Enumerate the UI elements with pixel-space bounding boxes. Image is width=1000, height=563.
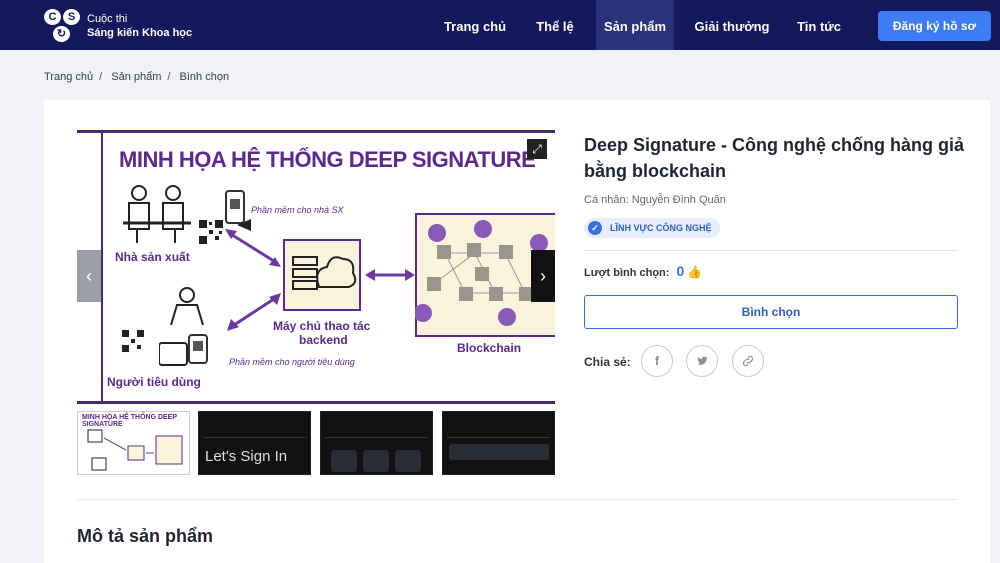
thumbs-up-icon: 👍: [687, 265, 703, 279]
breadcrumb-separator: /: [99, 71, 103, 83]
server-cloud-icon: [283, 239, 361, 311]
product-title: Deep Signature - Công nghệ chống hàng gi…: [584, 135, 965, 181]
vote-button[interactable]: Bình chọn: [584, 295, 958, 329]
facebook-icon[interactable]: f: [641, 345, 673, 377]
breadcrumb-vote: Bình chọn: [179, 71, 230, 83]
label-consumer: Người tiêu dùng: [107, 375, 201, 389]
check-icon: ✓: [588, 221, 602, 235]
gallery-prev-button[interactable]: ‹: [77, 250, 101, 302]
thumbnail-4-field: [449, 444, 549, 460]
gallery-thumbnails: MINH HỌA HỆ THỐNG DEEP SIGNATURE Let's S…: [77, 411, 555, 475]
label-producer: Nhà sản xuất: [115, 250, 190, 264]
label-server: Máy chủ thao tác: [273, 319, 371, 333]
expand-icon[interactable]: ⤢: [527, 139, 547, 159]
thumbnail-3-card: [331, 450, 357, 472]
qr-code-icon: [198, 219, 224, 245]
twitter-bird-icon: [697, 356, 708, 365]
label-blockchain: Blockchain: [457, 341, 522, 355]
thumbnail-3[interactable]: [320, 411, 433, 475]
phone-icon: [225, 190, 251, 231]
register-button[interactable]: Đăng ký hồ sơ: [878, 11, 991, 41]
thumbnail-1-diagram: [87, 429, 183, 471]
vote-count: 0: [676, 263, 685, 279]
product-author: Cá nhân: Nguyễn Đình Quân: [584, 194, 726, 206]
nav-products[interactable]: Sản phẩm: [596, 0, 674, 50]
field-badge-label: LĨNH VỰC CÔNG NGHỆ: [610, 223, 712, 233]
thumbnail-2-text: Let's Sign In: [205, 448, 288, 465]
breadcrumb-home[interactable]: Trang chủ: [44, 71, 93, 83]
nav-home[interactable]: Trang chủ: [436, 0, 514, 50]
description-heading: Mô tả sản phẩm: [77, 526, 214, 546]
thumbnail-4[interactable]: [442, 411, 555, 475]
breadcrumb-products[interactable]: Sản phẩm: [111, 71, 161, 83]
label-consumer-software: Phần mềm cho người tiêu dùng: [229, 357, 355, 367]
nav-awards[interactable]: Giải thưởng: [688, 0, 776, 50]
breadcrumb-separator: /: [167, 71, 171, 83]
thumbnail-3-status-bar: [325, 426, 428, 438]
logo[interactable]: C S ↻: [44, 9, 80, 43]
gallery-next-button[interactable]: ›: [531, 250, 555, 302]
logo-letter-c: C: [44, 9, 61, 25]
section-divider: [77, 499, 958, 500]
logo-letter-arrow: ↻: [53, 26, 70, 42]
product-main-image[interactable]: MINH HỌA HỆ THỐNG DEEP SIGNATURE ⤢ Nhà s…: [77, 130, 555, 404]
arrow-server-blockchain: [365, 269, 415, 281]
thumbnail-4-status-bar: [447, 426, 550, 438]
nav-news[interactable]: Tin tức: [788, 0, 850, 50]
twitter-icon[interactable]: [686, 345, 718, 377]
arrow-consumer-server: [227, 293, 281, 331]
arrow-producer-server: [225, 229, 281, 267]
breadcrumb: Trang chủ / Sản phẩm / Bình chọn: [44, 71, 233, 83]
logo-letter-s: S: [63, 9, 80, 25]
consumer-illustration: [159, 287, 208, 366]
link-icon[interactable]: [732, 345, 764, 377]
chain-link-icon: [742, 355, 754, 367]
thumbnail-1[interactable]: MINH HỌA HỆ THỐNG DEEP SIGNATURE: [77, 411, 190, 475]
nav-rules[interactable]: Thể lệ: [526, 0, 584, 50]
vote-count-row: Lượt bình chọn: 0 👍: [584, 263, 702, 279]
vote-count-label: Lượt bình chọn:: [584, 267, 670, 279]
thumbnail-3-card: [395, 450, 421, 472]
thumbnail-2[interactable]: Let's Sign In: [198, 411, 311, 475]
image-left-rule: [101, 133, 103, 401]
image-title: MINH HỌA HỆ THỐNG DEEP SIGNATURE: [119, 147, 536, 172]
consumer-qr-code-icon: [121, 329, 145, 353]
field-badge: ✓ LĨNH VỰC CÔNG NGHỆ: [584, 218, 720, 238]
brand-line-2: Sáng kiến Khoa học: [87, 27, 193, 39]
brand-name[interactable]: Cuộc thi Sáng kiến Khoa học: [87, 12, 192, 40]
label-server-backend: backend: [299, 333, 348, 347]
thumbnail-2-status-bar: [203, 426, 306, 438]
divider: [584, 250, 958, 251]
brand-line-1: Cuộc thi: [87, 13, 128, 25]
thumbnail-3-card: [363, 450, 389, 472]
label-producer-software: Phần mềm cho nhà SX: [251, 205, 344, 215]
share-label: Chia sẻ:: [584, 355, 631, 369]
producer-illustration: [123, 185, 191, 243]
top-nav: C S ↻ Cuộc thi Sáng kiến Khoa học Trang …: [0, 0, 1000, 50]
